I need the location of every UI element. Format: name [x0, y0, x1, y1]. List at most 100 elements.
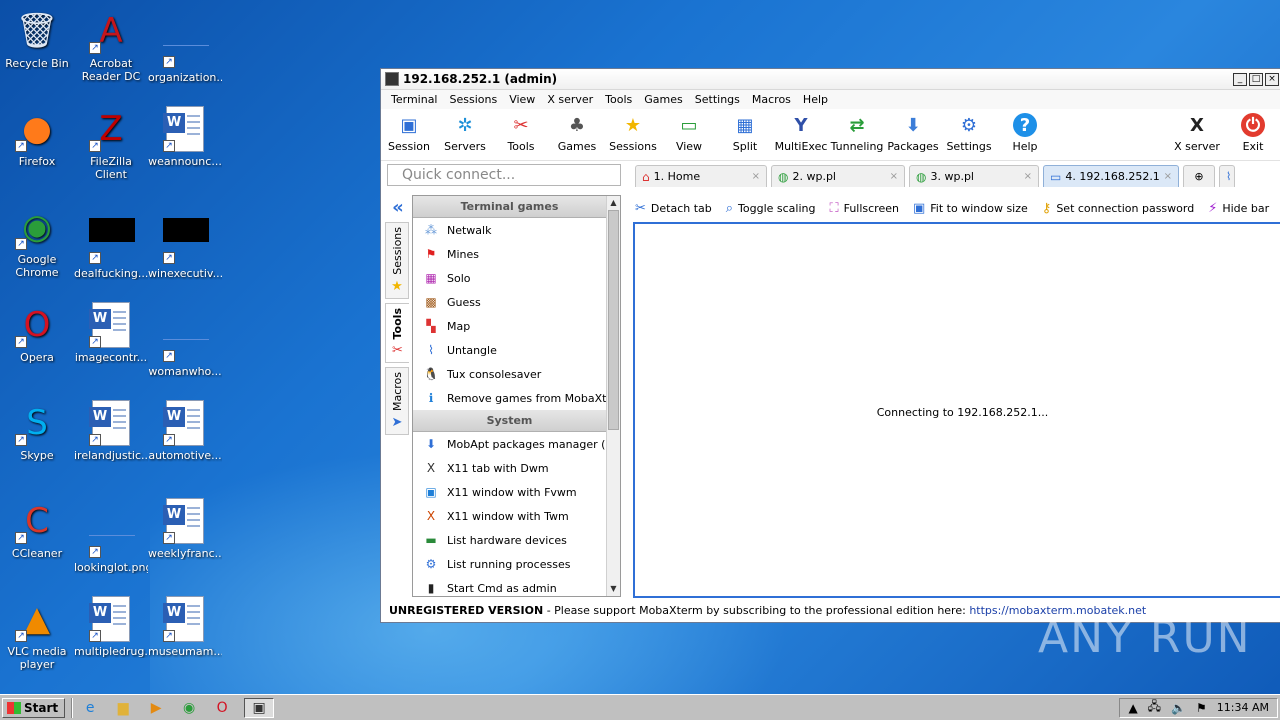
quick-connect-input[interactable]: Quick connect...	[387, 164, 621, 186]
opera-icon[interactable]: O	[211, 698, 233, 718]
tool-item[interactable]: X X11 window with Twm	[413, 504, 606, 528]
desktop-icon[interactable]: ↗ dealfucking...	[74, 204, 148, 280]
close-button[interactable]: ×	[1265, 72, 1279, 86]
toolbar-session-button[interactable]: ▣ Session	[381, 113, 437, 154]
tab-action-fit-to-window-size[interactable]: ▣ Fit to window size	[913, 201, 1028, 216]
media-player-icon[interactable]: ▶	[145, 698, 167, 718]
side-tab-tools[interactable]: Tools ✂	[385, 302, 409, 364]
attach-icon[interactable]: ⌇	[1219, 165, 1235, 187]
desktop-icon[interactable]: ↗ lookinglot.png	[74, 498, 148, 574]
tab-action-hide-bar[interactable]: ⚡ Hide bar	[1208, 201, 1269, 216]
clock[interactable]: 11:34 AM	[1217, 701, 1269, 714]
tool-item[interactable]: ⚙ List running processes	[413, 552, 606, 576]
desktop-icon[interactable]: ▲ ↗ VLC media player	[0, 596, 74, 671]
tab-close-icon[interactable]: ×	[890, 171, 898, 182]
desktop-icon[interactable]: ↗ womanwho...	[148, 302, 222, 378]
menu-item-help[interactable]: Help	[797, 93, 834, 106]
menu-item-view[interactable]: View	[503, 93, 541, 106]
session-tab[interactable]: ◍ 3. wp.pl ×	[909, 165, 1039, 187]
desktop-icon[interactable]: ● ↗ Firefox	[0, 106, 74, 168]
mobaxterm-task-button[interactable]: ▣	[244, 697, 275, 718]
tray-expand-icon[interactable]: ▲	[1128, 701, 1137, 715]
tab-close-icon[interactable]: ×	[1164, 171, 1172, 182]
toolbar-games-button[interactable]: ♣ Games	[549, 113, 605, 154]
scroll-down-icon[interactable]: ▼	[607, 582, 620, 596]
chrome-icon[interactable]: ◉	[178, 698, 200, 718]
tool-item[interactable]: ▚ Map	[413, 314, 606, 338]
tools-scrollbar[interactable]: ▲ ▼	[606, 196, 620, 596]
toolbar-sessions-button[interactable]: ★ Sessions	[605, 113, 661, 154]
desktop-icon[interactable]: W ↗ automotive...	[148, 400, 222, 462]
new-tab-button[interactable]: ⊕	[1183, 165, 1215, 187]
desktop-icon[interactable]: C ↗ CCleaner	[0, 498, 74, 560]
network-icon[interactable]: 🖧	[1148, 697, 1161, 718]
desktop-icon[interactable]: Z ↗ FileZilla Client	[74, 106, 148, 181]
desktop-icon[interactable]: ◉ ↗ Google Chrome	[0, 204, 74, 279]
session-tab[interactable]: ◍ 2. wp.pl ×	[771, 165, 905, 187]
toolbar-servers-button[interactable]: ✲ Servers	[437, 113, 493, 154]
toolbar-tunneling-button[interactable]: ⇄ Tunneling	[829, 113, 885, 154]
toolbar-tools-button[interactable]: ✂ Tools	[493, 113, 549, 154]
desktop-icon[interactable]: O ↗ Opera	[0, 302, 74, 364]
maximize-button[interactable]: □	[1249, 72, 1263, 86]
minimize-button[interactable]: _	[1233, 72, 1247, 86]
tab-action-fullscreen[interactable]: ⛶ Fullscreen	[829, 201, 899, 216]
tab-action-detach-tab[interactable]: ✂ Detach tab	[635, 201, 712, 216]
mobaxterm-window[interactable]: 192.168.252.1 (admin) _ □ × Terminal Sess…	[380, 68, 1280, 623]
collapse-panel-icon[interactable]: «	[385, 197, 411, 218]
toolbar-help-button[interactable]: ? Help	[997, 113, 1053, 153]
desktop-icon[interactable]: 🗑 Recycle Bin	[0, 8, 74, 70]
terminal-area[interactable]: Connecting to 192.168.252.1...	[633, 222, 1280, 598]
tool-item[interactable]: ⁂ Netwalk	[413, 218, 606, 242]
side-tab-sessions[interactable]: Sessions ★	[385, 222, 409, 299]
scroll-thumb[interactable]	[608, 210, 619, 430]
title-bar[interactable]: 192.168.252.1 (admin) _ □ ×	[381, 69, 1280, 90]
volume-icon[interactable]: 🔈	[1171, 701, 1186, 715]
ie-icon[interactable]: e	[79, 698, 101, 718]
tool-item[interactable]: ▮ Start Cmd as admin	[413, 576, 606, 596]
desktop-icon[interactable]: W ↗ museumam...	[148, 596, 222, 658]
toolbar-packages-button[interactable]: ⬇ Packages	[885, 113, 941, 154]
menu-item-x-server[interactable]: X server	[541, 93, 599, 106]
tool-item[interactable]: ⌇ Untangle	[413, 338, 606, 362]
desktop-icon[interactable]: A ↗ Acrobat Reader DC	[74, 8, 148, 83]
tool-item[interactable]: 🐧 Tux consolesaver	[413, 362, 606, 386]
desktop-icon[interactable]: W ↗ weeklyfranc...	[148, 498, 222, 560]
session-tab[interactable]: ⌂ 1. Home ×	[635, 165, 767, 187]
toolbar-multiexec-button[interactable]: Y MultiExec	[773, 113, 829, 154]
tab-action-toggle-scaling[interactable]: ⌕ Toggle scaling	[726, 201, 816, 216]
tool-item[interactable]: ⚑ Mines	[413, 242, 606, 266]
toolbar-view-button[interactable]: ▭ View	[661, 113, 717, 154]
tab-close-icon[interactable]: ×	[752, 171, 760, 182]
toolbar-split-button[interactable]: ▦ Split	[717, 113, 773, 154]
desktop-icon[interactable]: W ↗ multipledrug...	[74, 596, 148, 658]
menu-item-terminal[interactable]: Terminal	[385, 93, 444, 106]
tool-item[interactable]: ▬ List hardware devices	[413, 528, 606, 552]
tool-item[interactable]: ℹ Remove games from MobaXterm	[413, 386, 606, 410]
tab-close-icon[interactable]: ×	[1024, 171, 1032, 182]
explorer-icon[interactable]: ▆	[112, 698, 134, 718]
tool-item[interactable]: X X11 tab with Dwm	[413, 456, 606, 480]
menu-item-sessions[interactable]: Sessions	[444, 93, 504, 106]
side-tab-macros[interactable]: Macros ➤	[385, 367, 409, 436]
start-button[interactable]: Start	[2, 697, 66, 718]
tab-action-set-connection-password[interactable]: ⚷ Set connection password	[1042, 201, 1194, 216]
action-center-flag-icon[interactable]: ⚑	[1196, 701, 1207, 715]
desktop-icon[interactable]: W ↗ irelandjustic...	[74, 400, 148, 462]
scroll-up-icon[interactable]: ▲	[607, 196, 620, 210]
tool-item[interactable]: ▩ Guess	[413, 290, 606, 314]
menu-item-macros[interactable]: Macros	[746, 93, 797, 106]
desktop-icon[interactable]: S ↗ Skype	[0, 400, 74, 462]
tool-item[interactable]: ▣ X11 window with Fvwm	[413, 480, 606, 504]
menu-item-games[interactable]: Games	[638, 93, 688, 106]
session-tab[interactable]: ▭ 4. 192.168.252.1 ×	[1043, 165, 1179, 187]
toolbar-exit-button[interactable]: ⏻ Exit	[1225, 113, 1280, 153]
menu-item-settings[interactable]: Settings	[689, 93, 746, 106]
menu-item-tools[interactable]: Tools	[599, 93, 638, 106]
desktop-icon[interactable]: ↗ winexecutiv...	[148, 204, 222, 280]
tool-item[interactable]: ⬇ MobApt packages manager (expe	[413, 432, 606, 456]
tool-item[interactable]: ▦ Solo	[413, 266, 606, 290]
desktop-icon[interactable]: W ↗ imagecontr...	[74, 302, 148, 364]
desktop-icon[interactable]: W ↗ weannounc...	[148, 106, 222, 168]
toolbar-settings-button[interactable]: ⚙ Settings	[941, 113, 997, 154]
